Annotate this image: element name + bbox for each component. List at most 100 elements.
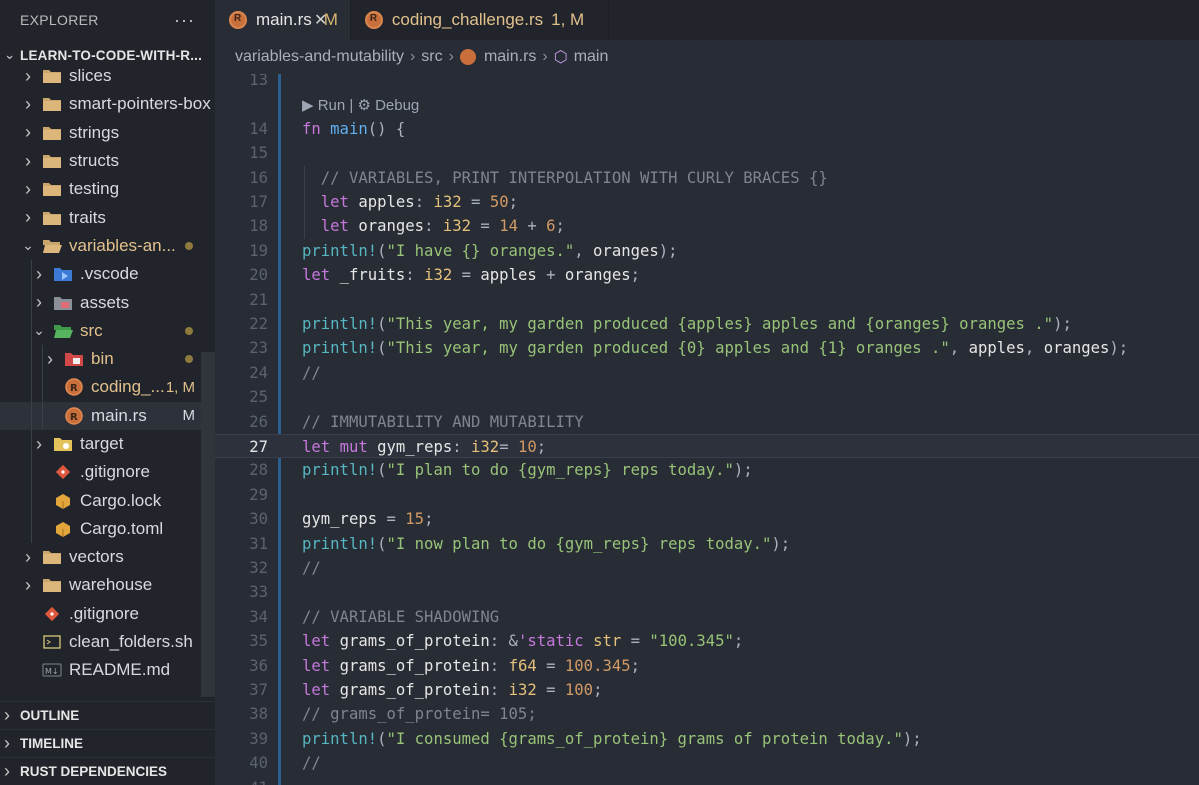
breadcrumb-file[interactable]: main.rs — [484, 48, 536, 66]
tree-item-src[interactable]: ⌄ src — [0, 317, 215, 345]
code-line[interactable]: 24 // — [215, 361, 1199, 385]
bin-folder-icon — [64, 350, 84, 368]
folder-icon — [42, 548, 62, 566]
panel-label: TIMELINE — [20, 736, 83, 751]
code-text: let apples: i32 = 50; — [320, 193, 518, 211]
vscode-folder-icon — [53, 265, 73, 283]
panel-timeline[interactable]: › TIMELINE — [0, 729, 215, 757]
tree-item-testing[interactable]: › testing — [0, 175, 215, 203]
line-number: 27 — [249, 438, 268, 456]
tree-item-vectors[interactable]: › vectors — [0, 543, 215, 571]
tree-item-main-rs[interactable]: Rmain.rs M — [0, 401, 215, 430]
code-line[interactable]: 22 println!("This year, my garden produce… — [215, 312, 1199, 336]
code-line[interactable]: 17 let apples: i32 = 50; — [215, 190, 1199, 214]
sidebar-scrollbar[interactable] — [201, 352, 215, 697]
code-line[interactable]: 32 // — [215, 556, 1199, 580]
code-line[interactable]: 29 — [215, 483, 1199, 507]
explorer-title: EXPLORER — [20, 12, 99, 28]
tree-item-gitignore[interactable]: .gitignore — [0, 458, 215, 486]
chevron-right-icon: › — [36, 263, 42, 284]
code-line-current[interactable]: 27 let mut gym_reps: i32= 10; — [215, 434, 1199, 459]
tab-coding-challenge-rs[interactable]: coding_challenge.rs 1, M — [351, 0, 610, 40]
line-number: 17 — [249, 193, 268, 211]
rust-file-icon — [459, 49, 476, 65]
code-line[interactable]: 40 // — [215, 751, 1199, 775]
line-number: 31 — [249, 534, 268, 553]
markdown-icon: M↓ — [42, 661, 62, 679]
tree-item-label: Cargo.lock — [80, 490, 162, 510]
tree-item-cargo-lock[interactable]: Cargo.lock — [0, 486, 215, 514]
code-text: // grams_of_protein= 105; — [302, 705, 537, 724]
code-line[interactable]: 33 — [215, 580, 1199, 604]
code-line[interactable]: 26 // IMMUTABILITY AND MUTABILITY — [215, 410, 1199, 434]
code-line[interactable]: 23 println!("This year, my garden produce… — [215, 336, 1199, 360]
tree-item-structs[interactable]: › structs — [0, 147, 215, 175]
modified-dot-icon — [185, 241, 193, 250]
code-text: let grams_of_protein: i32 = 100; — [302, 681, 603, 699]
code-line[interactable]: 34 // VARIABLE SHADOWING — [215, 605, 1199, 629]
code-line[interactable]: 38 // grams_of_protein= 105; — [215, 702, 1199, 726]
code-line[interactable]: 31 println!("I now plan to do {gym_reps} … — [215, 532, 1199, 556]
breadcrumb-src[interactable]: src — [421, 48, 442, 66]
panel-rust-dependencies[interactable]: › RUST DEPENDENCIES — [0, 757, 215, 785]
code-line[interactable]: 37 let grams_of_protein: i32 = 100; — [215, 678, 1199, 702]
breadcrumb-folder[interactable]: variables-and-mutability — [235, 48, 404, 66]
rust-file-icon: R — [64, 378, 84, 397]
breadcrumb-symbol[interactable]: main — [574, 48, 609, 66]
code-line[interactable]: 30 gym_reps = 15; — [215, 507, 1199, 531]
code-line[interactable]: 28 println!("I plan to do {gym_reps} reps… — [215, 458, 1199, 482]
tree-item-label: strings — [69, 122, 120, 142]
panel-outline[interactable]: › OUTLINE — [0, 701, 215, 729]
code-line[interactable]: 18 let oranges: i32 = 14 + 6; — [215, 214, 1199, 238]
code-text: let mut gym_reps: i32= 10; — [302, 438, 547, 456]
tree-item-readme-md[interactable]: M↓ README.md — [0, 656, 215, 684]
code-line[interactable]: 13 — [215, 74, 1199, 92]
code-line[interactable]: 21 — [215, 288, 1199, 312]
tree-item-warehouse[interactable]: › warehouse — [0, 571, 215, 599]
tree-item-slices[interactable]: › slices — [0, 62, 215, 90]
code-line[interactable]: 35 let grams_of_protein: &'static str = "… — [215, 629, 1199, 653]
code-line[interactable]: 25 — [215, 385, 1199, 409]
tree-item-label: warehouse — [69, 575, 153, 595]
code-text: println!("I consumed {grams_of_protein} … — [302, 729, 922, 748]
code-line[interactable]: 16 // VARIABLES, PRINT INTERPOLATION WIT… — [215, 166, 1199, 190]
tree-item-coding[interactable]: Rcoding_... 1, M — [0, 373, 215, 401]
line-number: 24 — [249, 363, 268, 382]
tree-item-strings[interactable]: › strings — [0, 119, 215, 147]
tree-item-label: .gitignore — [80, 462, 150, 482]
folder-icon — [42, 576, 62, 594]
close-icon[interactable]: ✕ — [314, 10, 327, 30]
code-line[interactable]: 14 fn main() { — [215, 117, 1199, 141]
panel-label: RUST DEPENDENCIES — [20, 764, 168, 779]
tab-main-rs[interactable]: main.rsM✕ — [215, 0, 351, 40]
tree-item-variables-an[interactable]: ⌄ variables-an... — [0, 232, 215, 260]
code-line[interactable]: 36 let grams_of_protein: f64 = 100.345; — [215, 654, 1199, 678]
sidebar-panels: › OUTLINE › TIMELINE › RUST DEPENDENCIES — [0, 701, 215, 785]
code-text: println!("I plan to do {gym_reps} reps t… — [302, 461, 753, 480]
tree-item-bin[interactable]: › bin — [0, 345, 215, 373]
more-actions-button[interactable]: ··· — [174, 10, 195, 31]
code-line[interactable]: 20 let _fruits: i32 = apples + oranges; — [215, 263, 1199, 287]
tree-item-cargo-toml[interactable]: Cargo.toml — [0, 515, 215, 543]
codelens-run-debug[interactable]: ▶ Run | ⚙ Debug — [302, 96, 419, 114]
file-tree: › slices › smart-pointers-box › strings › struc… — [0, 62, 215, 702]
tree-item-assets[interactable]: › assets — [0, 288, 215, 316]
code-line[interactable]: 15 — [215, 141, 1199, 165]
vscode-window: EXPLORER ··· ⌄ LEARN-TO-CODE-WITH-R... ›… — [0, 0, 1199, 785]
code-line[interactable]: 39 println!("I consumed {grams_of_protein… — [215, 727, 1199, 751]
tree-item-traits[interactable]: › traits — [0, 203, 215, 231]
tree-item-clean-folders-sh[interactable]: clean_folders.sh — [0, 628, 215, 656]
code-text: println!("I now plan to do {gym_reps} re… — [302, 534, 791, 553]
target-folder-icon — [53, 435, 73, 453]
tree-item-gitignore[interactable]: .gitignore — [0, 600, 215, 628]
line-number: 41 — [215, 776, 268, 785]
code-editor[interactable]: 13 ▶ Run | ⚙ Debug 14 fn main() {15 16 // VA… — [215, 74, 1199, 785]
line-number: 21 — [249, 290, 268, 309]
tree-item-vscode[interactable]: › .vscode — [0, 260, 215, 288]
tree-item-target[interactable]: › target — [0, 430, 215, 458]
code-line[interactable]: 41 — [215, 776, 1199, 785]
tree-item-smart-pointers-box[interactable]: › smart-pointers-box — [0, 90, 215, 118]
chevron-right-icon: › — [36, 433, 42, 454]
code-line[interactable]: 19 println!("I have {} oranges.", oranges… — [215, 239, 1199, 263]
tree-item-label: traits — [69, 207, 106, 227]
